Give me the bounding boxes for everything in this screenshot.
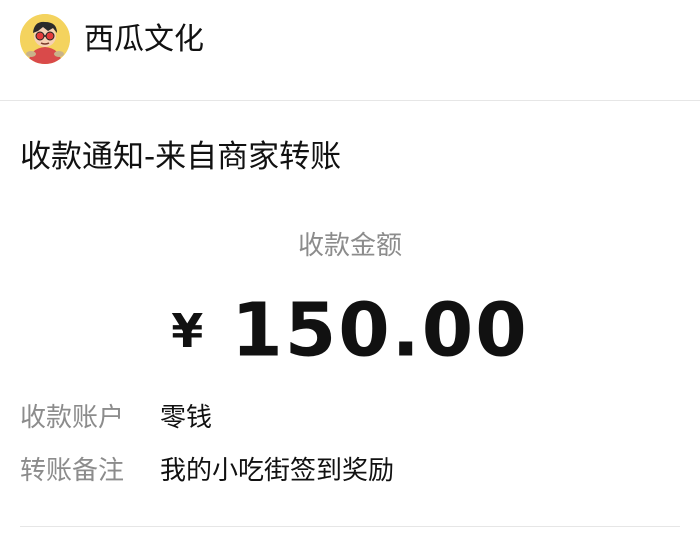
detail-value: 零钱: [160, 403, 213, 433]
cartoon-avatar-icon: [20, 14, 70, 64]
amount-label: 收款金额: [297, 231, 402, 261]
detail-row-remark: 转账备注 我的小吃街签到奖励: [20, 451, 394, 491]
header: 西瓜文化: [0, 0, 700, 100]
detail-label: 收款账户: [20, 403, 125, 433]
avatar[interactable]: [20, 14, 70, 64]
bottom-divider: [20, 526, 680, 527]
detail-value: 我的小吃街签到奖励: [160, 456, 395, 486]
detail-row-account: 收款账户 零钱: [20, 398, 212, 438]
amount-value: 150.00: [231, 287, 529, 374]
header-divider: [0, 100, 700, 101]
detail-label: 转账备注: [20, 456, 125, 486]
notice-title: 收款通知-来自商家转账: [20, 139, 342, 175]
amount-row: ¥150.00: [0, 280, 700, 381]
currency-symbol: ¥: [171, 303, 204, 358]
account-name[interactable]: 西瓜文化: [84, 20, 204, 60]
